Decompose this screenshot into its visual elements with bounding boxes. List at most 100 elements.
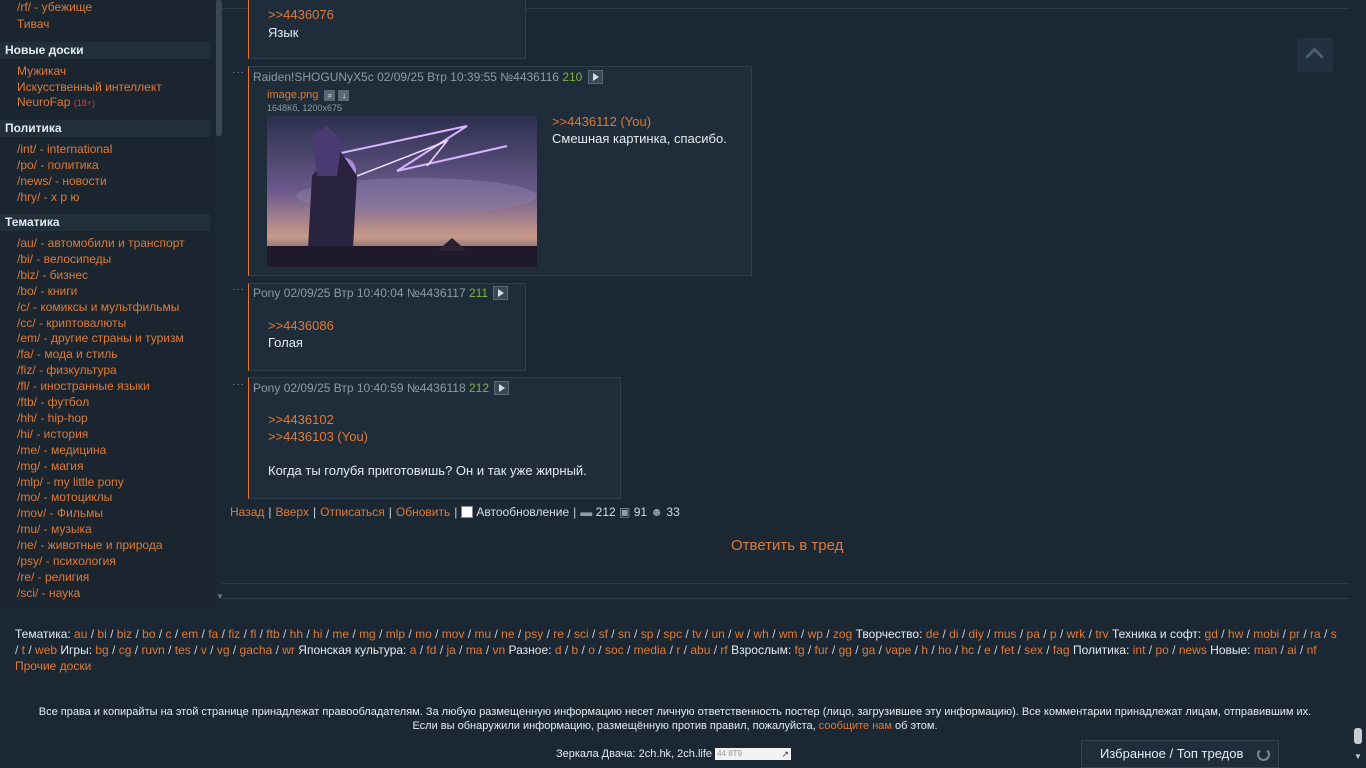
footer-board-link[interactable]: de: [926, 627, 939, 641]
post-menu-icon[interactable]: ···: [232, 284, 245, 295]
post-number[interactable]: №4436118: [407, 381, 466, 395]
footer-board-link[interactable]: sex: [1024, 643, 1043, 657]
footer-board-link[interactable]: cg: [119, 643, 132, 657]
footer-board-link[interactable]: news: [1179, 643, 1207, 657]
sidebar-board[interactable]: /me/ - медицина: [17, 443, 106, 457]
footer-board-link[interactable]: em: [182, 627, 199, 641]
footer-board-link[interactable]: fur: [815, 643, 829, 657]
footer-board-link[interactable]: mo: [415, 627, 432, 641]
footer-board-link[interactable]: ga: [862, 643, 875, 657]
sidebar-board[interactable]: /mlp/ - my little pony: [17, 475, 124, 489]
footer-board-link[interactable]: o: [588, 643, 595, 657]
footer-board-link[interactable]: sf: [599, 627, 608, 641]
footer-board-link[interactable]: mus: [994, 627, 1017, 641]
footer-board-link[interactable]: re: [553, 627, 564, 641]
footer-board-link[interactable]: wh: [754, 627, 769, 641]
favorites-button[interactable]: Избранное / Топ тредов: [1081, 740, 1279, 768]
scroll-to-top-button[interactable]: [1297, 38, 1333, 72]
reply-thread-button[interactable]: Ответить в тред: [731, 537, 843, 554]
footer-board-link[interactable]: vg: [217, 643, 230, 657]
sidebar-board[interactable]: Мужикач: [17, 64, 66, 78]
footer-board-link[interactable]: man: [1254, 643, 1277, 657]
sidebar-board[interactable]: /hi/ - история: [17, 427, 88, 441]
play-icon[interactable]: [494, 380, 510, 395]
scroll-down-icon[interactable]: ▼: [1354, 752, 1362, 761]
footer-board-link[interactable]: hi: [313, 627, 322, 641]
sidebar-board[interactable]: /c/ - комиксы и мультфильмы: [17, 300, 179, 314]
reply-link[interactable]: >>4436112 (You): [552, 113, 651, 130]
sidebar-board[interactable]: /mo/ - мотоциклы: [17, 490, 112, 504]
page-scrollbar-thumb[interactable]: [1354, 728, 1362, 744]
sidebar-board[interactable]: /biz/ - бизнес: [17, 268, 88, 282]
footer-board-link[interactable]: vape: [885, 643, 911, 657]
reply-link[interactable]: >>4436102: [268, 411, 334, 428]
footer-board-link[interactable]: rf: [720, 643, 727, 657]
footer-board-link[interactable]: fd: [426, 643, 436, 657]
sidebar-scroll-down-icon[interactable]: ▼: [216, 592, 224, 601]
footer-board-link[interactable]: int: [1133, 643, 1146, 657]
footer-board-link[interactable]: un: [711, 627, 724, 641]
footer-board-link[interactable]: me: [332, 627, 349, 641]
reply-link[interactable]: >>4436086: [268, 317, 334, 334]
footer-board-link[interactable]: fag: [1053, 643, 1070, 657]
post-number[interactable]: №4436117: [407, 286, 466, 300]
footer-board-link[interactable]: ma: [466, 643, 483, 657]
sidebar-board[interactable]: /sci/ - наука: [17, 586, 80, 600]
up-link[interactable]: Вверх: [276, 505, 309, 519]
back-link[interactable]: Назад: [230, 505, 264, 519]
refresh-link[interactable]: Обновить: [396, 505, 450, 519]
report-link[interactable]: сообщите нам: [819, 720, 892, 732]
sidebar-board[interactable]: /mov/ - Фильмы: [17, 506, 103, 520]
footer-board-link[interactable]: w: [735, 627, 744, 641]
footer-board-link[interactable]: mu: [474, 627, 491, 641]
footer-board-link[interactable]: mlp: [386, 627, 405, 641]
footer-board-link[interactable]: fiz: [228, 627, 240, 641]
sidebar-board[interactable]: /cc/ - криптовалюты: [17, 316, 126, 330]
footer-board-link[interactable]: hw: [1228, 627, 1243, 641]
footer-board-link[interactable]: hh: [290, 627, 303, 641]
sidebar-board[interactable]: /fiz/ - физкультура: [17, 363, 117, 377]
footer-board-link[interactable]: web: [35, 643, 57, 657]
footer-board-link[interactable]: gacha: [240, 643, 273, 657]
sidebar-board[interactable]: /po/ - политика: [17, 158, 99, 172]
sidebar-board[interactable]: /bo/ - книги: [17, 284, 77, 298]
footer-board-link[interactable]: biz: [117, 627, 132, 641]
footer-board-link[interactable]: hc: [961, 643, 974, 657]
footer-board-link[interactable]: wr: [282, 643, 295, 657]
footer-board-link[interactable]: wrk: [1067, 627, 1086, 641]
footer-board-link[interactable]: fa: [208, 627, 218, 641]
file-name-link[interactable]: image.png: [267, 89, 318, 101]
footer-board-link[interactable]: p: [1050, 627, 1057, 641]
reply-link[interactable]: >>4436103 (You): [268, 428, 368, 445]
post-image-thumbnail[interactable]: [267, 116, 537, 267]
footer-board-link[interactable]: bg: [95, 643, 108, 657]
footer-board-link[interactable]: pa: [1027, 627, 1040, 641]
sidebar-board[interactable]: /au/ - автомобили и транспорт: [17, 236, 185, 250]
footer-board-link[interactable]: mobi: [1253, 627, 1279, 641]
other-boards-link[interactable]: Прочие доски: [15, 659, 91, 673]
play-icon[interactable]: [587, 69, 603, 84]
footer-board-link[interactable]: wm: [779, 627, 798, 641]
sidebar-board[interactable]: /bi/ - велосипеды: [17, 252, 111, 266]
sidebar-board[interactable]: /fa/ - мода и стиль: [17, 347, 118, 361]
post-number[interactable]: №4436116: [500, 70, 559, 84]
sidebar-board-partial-2[interactable]: Тивач: [17, 17, 49, 31]
footer-board-link[interactable]: spc: [663, 627, 682, 641]
sidebar-board[interactable]: /hh/ - hip-hop: [17, 411, 88, 425]
search-icon[interactable]: ⌕: [324, 89, 336, 101]
footer-board-link[interactable]: wp: [808, 627, 823, 641]
footer-board-link[interactable]: ja: [446, 643, 455, 657]
footer-board-link[interactable]: e: [984, 643, 991, 657]
footer-board-link[interactable]: pr: [1289, 627, 1300, 641]
sidebar-board[interactable]: /ne/ - животные и природа: [17, 538, 163, 552]
footer-board-link[interactable]: gd: [1205, 627, 1218, 641]
footer-board-link[interactable]: trv: [1095, 627, 1108, 641]
post-menu-icon[interactable]: ···: [232, 379, 245, 390]
sidebar-board[interactable]: /news/ - новости: [17, 174, 107, 188]
footer-board-link[interactable]: fet: [1001, 643, 1014, 657]
sidebar-board-neurofap[interactable]: NeuroFap (18+): [17, 95, 95, 110]
sidebar-board[interactable]: /int/ - international: [17, 142, 112, 156]
footer-board-link[interactable]: soc: [605, 643, 624, 657]
footer-board-link[interactable]: fg: [795, 643, 805, 657]
footer-board-link[interactable]: au: [74, 627, 87, 641]
